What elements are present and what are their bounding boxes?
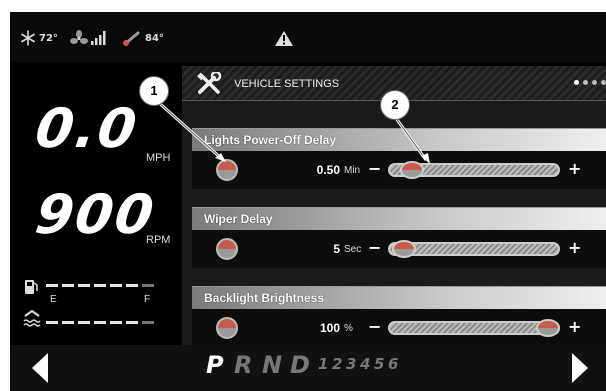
display-screen: 72° 84° 0.0 MPH 900 RPM E F VEHICLE SETT… (10, 12, 606, 391)
callout-leaders (157, 100, 430, 164)
callout-2: 2 (380, 90, 410, 120)
callout-1: 1 (139, 76, 169, 106)
